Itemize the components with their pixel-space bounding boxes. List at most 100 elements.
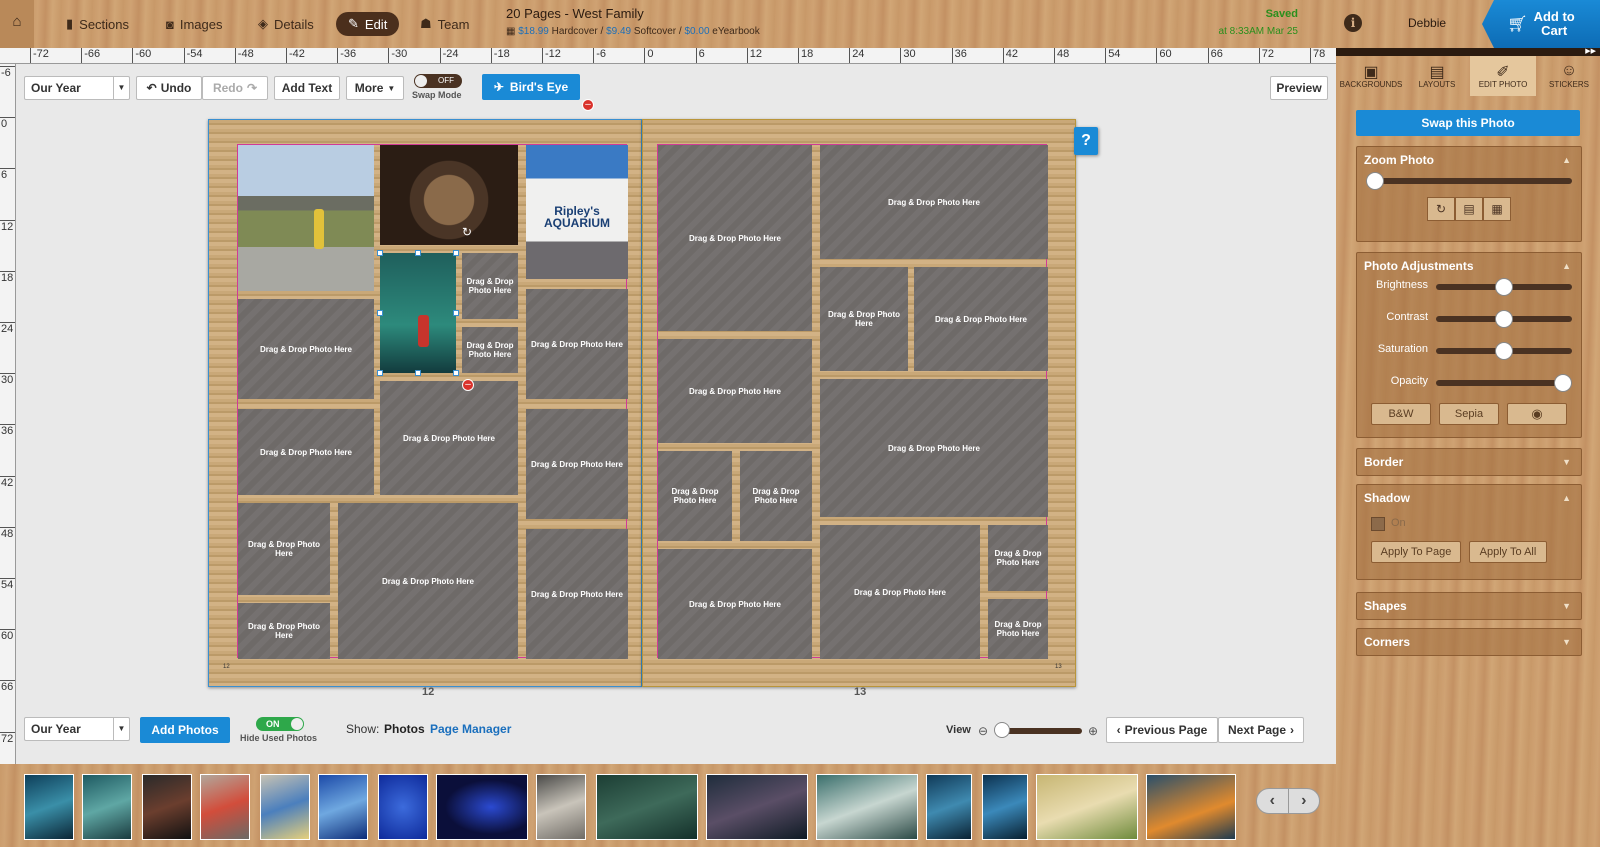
user-menu[interactable]: Debbie [1408,16,1446,30]
home-icon[interactable]: ⌂ [0,0,34,48]
next-page-button[interactable]: Next Page › [1218,717,1304,743]
remove-page-icon[interactable]: – [582,99,594,111]
resize-handle[interactable] [453,250,459,256]
photo-adjustments-header[interactable]: Photo Adjustments ▲ [1357,253,1581,279]
thumbnail[interactable] [260,774,310,840]
birds-eye-button[interactable]: ✈︎ Bird's Eye [482,74,580,100]
thumbnail[interactable] [200,774,250,840]
photo-slot[interactable]: Drag & Drop Photo Here [238,603,330,659]
opacity-slider[interactable]: Opacity [1364,374,1576,392]
year-select[interactable]: Our Year ▼ [24,76,130,100]
tab-edit-photo[interactable]: ✐ EDIT PHOTO [1470,56,1536,96]
thumbnail[interactable] [816,774,918,840]
photo-slot[interactable]: Drag & Drop Photo Here [238,503,330,595]
nav-team[interactable]: ☗ Team [420,12,469,36]
photo-slot[interactable]: Drag & Drop Photo Here [820,379,1048,517]
zoom-photo-slider[interactable] [1364,172,1576,190]
photo-slot[interactable]: Drag & Drop Photo Here [526,529,628,659]
page-manager-link[interactable]: Page Manager [430,722,511,736]
photo-slot[interactable]: Drag & Drop Photo Here [462,327,518,373]
resize-handle[interactable] [377,250,383,256]
shadow-checkbox[interactable] [1371,517,1385,531]
zoom-in-icon[interactable]: ⊕ [1088,724,1098,738]
add-photos-button[interactable]: Add Photos [140,717,230,743]
shapes-section[interactable]: Shapes ▼ [1356,592,1582,620]
resize-handle[interactable] [377,370,383,376]
hide-used-photos-toggle[interactable]: ON [256,717,304,731]
nav-edit[interactable]: ✎ Edit [336,12,400,36]
send-back-icon[interactable]: ▤ [1455,197,1483,221]
resize-handle[interactable] [453,370,459,376]
help-icon[interactable]: ? [1074,127,1098,155]
add-text-button[interactable]: Add Text [274,76,340,100]
chevron-left-icon[interactable]: ‹ [1257,789,1289,813]
photo-selected-aquarium-kid[interactable] [380,253,456,373]
photo-slot[interactable]: Drag & Drop Photo Here [526,409,628,519]
rotate-icon[interactable]: ↻ [1427,197,1455,221]
preview-button[interactable]: Preview [1270,76,1328,100]
photo-aquarium[interactable]: Ripley's AQUARIUM [526,145,628,279]
photo-slot[interactable]: Drag & Drop Photo Here [914,267,1048,371]
shadow-header[interactable]: Shadow ▲ [1357,485,1581,511]
nav-sections[interactable]: ▮ Sections [66,12,129,36]
nav-images[interactable]: ◙ Images [166,12,223,36]
thumbnail[interactable] [142,774,192,840]
sepia-button[interactable]: Sepia [1439,403,1499,425]
thumbnail[interactable] [318,774,368,840]
resize-handle[interactable] [453,310,459,316]
page-12[interactable]: ↻ Ripley's AQUARIUM Drag & Drop Photo Her… [208,119,642,687]
panel-collapse-bar[interactable]: ▶▶ [1336,48,1600,56]
photo-slot[interactable]: Drag & Drop Photo Here [238,299,374,399]
photo-slot[interactable]: Drag & Drop Photo Here [988,599,1048,659]
tab-stickers[interactable]: ☺ STICKERS [1536,56,1600,96]
bottom-year-select[interactable]: Our Year ▼ [24,717,130,741]
redo-button[interactable]: Redo ↷ [202,76,268,100]
zoom-photo-header[interactable]: Zoom Photo ▲ [1357,147,1581,173]
nav-details[interactable]: ◈ Details [258,12,314,36]
remove-photo-icon[interactable]: – [462,379,474,391]
photo-slot[interactable]: Drag & Drop Photo Here [820,525,980,659]
brightness-slider[interactable]: Brightness [1364,278,1576,296]
thumbnail[interactable] [436,774,528,840]
apply-to-page-button[interactable]: Apply To Page [1371,541,1461,563]
tab-backgrounds[interactable]: ▣ BACKGROUNDS [1338,56,1404,96]
show-photos-link[interactable]: Photos [384,722,425,736]
photo-slot[interactable]: Drag & Drop Photo Here [820,145,1048,259]
view-zoom-knob[interactable] [994,722,1010,738]
thumbnail[interactable] [1036,774,1138,840]
bw-button[interactable]: B&W [1371,403,1431,425]
apply-to-all-button[interactable]: Apply To All [1469,541,1547,563]
resize-handle[interactable] [377,310,383,316]
resize-handle[interactable] [415,250,421,256]
photo-slot[interactable]: Drag & Drop Photo Here [380,381,518,495]
swap-this-photo-button[interactable]: Swap this Photo [1356,110,1580,136]
photo-slot[interactable]: Drag & Drop Photo Here [526,289,628,399]
saturation-slider[interactable]: Saturation [1364,342,1576,360]
thumbnail[interactable] [706,774,808,840]
thumbnail[interactable] [982,774,1028,840]
bring-front-icon[interactable]: ▦ [1483,197,1511,221]
resize-handle[interactable] [415,370,421,376]
zoom-out-icon[interactable]: ⊖ [978,724,988,738]
undo-button[interactable]: ↶ Undo [136,76,202,100]
photo-slot[interactable]: Drag & Drop Photo Here [820,267,908,371]
more-button[interactable]: More ▼ [346,76,404,100]
photo-skull[interactable]: ↻ [380,145,518,245]
thumbnail[interactable] [82,774,132,840]
thumbnail[interactable] [24,774,74,840]
eye-icon[interactable]: ◉ [1507,403,1567,425]
photo-slot[interactable]: Drag & Drop Photo Here [658,145,812,331]
page-13[interactable]: Drag & Drop Photo Here Drag & Drop Photo… [642,119,1076,687]
tab-layouts[interactable]: ▤ LAYOUTS [1404,56,1470,96]
previous-page-button[interactable]: ‹ Previous Page [1106,717,1218,743]
photo-slot[interactable]: Drag & Drop Photo Here [338,503,518,659]
photo-slot[interactable]: Drag & Drop Photo Here [658,339,812,443]
corners-section[interactable]: Corners ▼ [1356,628,1582,656]
thumbnail[interactable] [926,774,972,840]
contrast-slider[interactable]: Contrast [1364,310,1576,328]
photo-slot[interactable]: Drag & Drop Photo Here [988,525,1048,591]
photo-slot[interactable]: Drag & Drop Photo Here [658,451,732,541]
photo-slot[interactable]: Drag & Drop Photo Here [462,253,518,319]
thumbnail[interactable] [1146,774,1236,840]
photo-slot[interactable]: Drag & Drop Photo Here [238,409,374,495]
